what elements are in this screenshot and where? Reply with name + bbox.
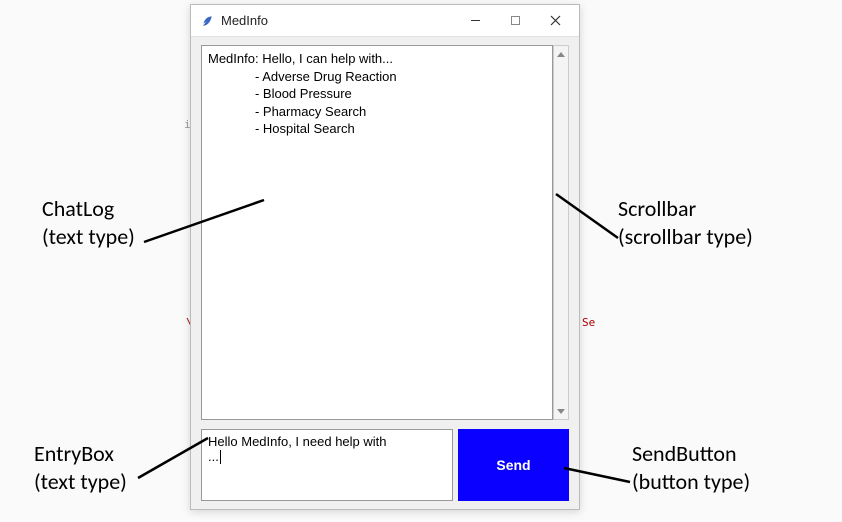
annotation-chatlog: ChatLog (text type) — [42, 195, 135, 250]
annotation-chatlog-sub: (text type) — [42, 223, 135, 251]
leader-line-icon — [140, 196, 270, 246]
titlebar: MedInfo — [191, 5, 579, 37]
chatlog-message: MedInfo: Hello, I can help with... - Adv… — [208, 50, 546, 138]
annotation-sendbutton: SendButton (button type) — [632, 440, 750, 495]
scrollbar-up-arrow-icon[interactable] — [554, 46, 568, 62]
entry-box[interactable]: Hello MedInfo, I need help with ... — [201, 429, 453, 501]
leader-line-icon — [560, 464, 640, 488]
chatlog-indent — [208, 86, 255, 101]
close-icon — [550, 15, 561, 26]
annotation-scrollbar-sub: (scrollbar type) — [618, 223, 753, 251]
annotation-send-sub: (button type) — [632, 468, 750, 496]
close-button[interactable] — [535, 5, 575, 36]
annotation-scrollbar: Scrollbar (scrollbar type) — [618, 195, 753, 250]
send-button[interactable]: Send — [458, 429, 569, 501]
scrollbar-down-arrow-icon[interactable] — [554, 403, 568, 419]
window-title: MedInfo — [221, 13, 455, 28]
chatlog-item: - Adverse Drug Reaction — [255, 69, 397, 84]
app-window: MedInfo MedInfo: Hello, I can help with.… — [190, 4, 580, 510]
annotation-chatlog-label: ChatLog — [42, 195, 114, 222]
entry-line1: Hello MedInfo, I need help with — [208, 434, 446, 449]
client-area: MedInfo: Hello, I can help with... - Adv… — [191, 37, 579, 509]
text-cursor-icon — [220, 450, 221, 464]
app-feather-icon — [199, 13, 215, 29]
annotation-scrollbar-label: Scrollbar — [618, 195, 696, 222]
chatlog-prefix: MedInfo: — [208, 51, 262, 66]
chatlog-indent — [208, 104, 255, 119]
send-button-label: Send — [496, 457, 530, 473]
maximize-icon — [510, 15, 521, 26]
minimize-button[interactable] — [455, 5, 495, 36]
annotation-entry-label: EntryBox — [34, 440, 114, 467]
chatlog-intro: Hello, I can help with... — [262, 51, 393, 66]
chatlog-item: - Hospital Search — [255, 121, 355, 136]
chatlog-item: - Pharmacy Search — [255, 104, 366, 119]
minimize-icon — [470, 15, 481, 26]
maximize-button[interactable] — [495, 5, 535, 36]
annotation-send-label: SendButton — [632, 440, 737, 467]
leader-line-icon — [134, 434, 214, 486]
chatlog-item: - Blood Pressure — [255, 86, 352, 101]
chatlog-indent — [208, 121, 255, 136]
bg-artifact: Se — [582, 316, 595, 329]
annotation-entrybox: EntryBox (text type) — [34, 440, 127, 495]
chatlog-indent — [208, 69, 255, 84]
annotation-entry-sub: (text type) — [34, 468, 127, 496]
leader-line-icon — [552, 190, 626, 244]
